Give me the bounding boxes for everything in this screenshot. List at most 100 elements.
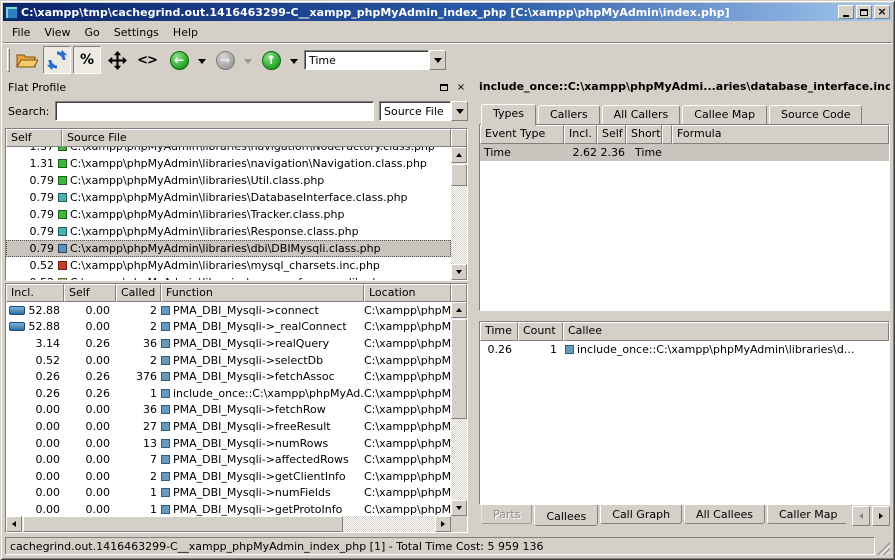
tab-call-graph[interactable]: Call Graph — [600, 505, 682, 524]
list-item[interactable]: 0.79C:\xampp\phpMyAdmin\libraries\Databa… — [6, 189, 451, 206]
title-bar[interactable]: C:\xampp\tmp\cachegrind.out.1416463299-C… — [3, 3, 892, 21]
scrollbar-thumb[interactable] — [451, 164, 467, 186]
dock-title-bar[interactable]: Flat Profile × — [5, 78, 468, 96]
column-header-event-type[interactable]: Event Type — [480, 125, 564, 144]
tab-types[interactable]: Types — [481, 104, 536, 126]
column-header-source-file[interactable]: Source File — [62, 129, 451, 147]
list-item[interactable]: 0.79C:\xampp\phpMyAdmin\libraries\Util.c… — [6, 172, 451, 189]
column-header-formula[interactable]: Formula — [672, 125, 889, 144]
back-button[interactable]: ← — [165, 46, 193, 74]
menu-file[interactable]: File — [5, 24, 37, 41]
table-row[interactable]: 0.520.002PMA_DBI_Mysqli->selectDbC:\xamp… — [6, 352, 451, 369]
detail-tab-bar: Types Callers All Callers Callee Map Sou… — [479, 102, 890, 124]
tab-scroll-right-button[interactable] — [872, 506, 890, 526]
up-dropdown-icon[interactable] — [290, 59, 298, 68]
table-row[interactable]: 3.140.2636PMA_DBI_Mysqli->realQueryC:\xa… — [6, 335, 451, 352]
column-header-count[interactable]: Count — [518, 322, 563, 341]
forward-icon: → — [216, 51, 235, 70]
percent-toggle-button[interactable]: % — [73, 46, 101, 74]
scroll-down-button[interactable] — [451, 264, 467, 280]
scroll-right-button[interactable] — [435, 516, 451, 532]
close-dock-button[interactable]: × — [454, 81, 468, 94]
tab-callees[interactable]: Callees — [534, 505, 598, 526]
table-row[interactable]: Time 2.62 2.36 Time — [480, 144, 889, 161]
scrollbar-thumb[interactable] — [23, 516, 343, 532]
selected-function-title: include_once::C:\xampp\phpMyAdmi...aries… — [479, 80, 890, 96]
file-icon — [58, 227, 67, 236]
back-dropdown-icon[interactable] — [198, 59, 206, 68]
function-icon — [161, 455, 170, 464]
menu-help[interactable]: Help — [166, 24, 205, 41]
table-row[interactable]: 0.260.26376PMA_DBI_Mysqli->fetchAssocC:\… — [6, 368, 451, 385]
column-header-callee[interactable]: Callee — [563, 322, 889, 341]
list-item[interactable]: 0.52C:\xampp\phpMyAdmin\libraries\user_p… — [6, 274, 451, 280]
table-horizontal-scrollbar[interactable] — [6, 516, 451, 532]
menu-settings[interactable]: Settings — [107, 24, 166, 41]
tab-callers[interactable]: Callers — [538, 105, 600, 125]
tab-source-code[interactable]: Source Code — [769, 105, 862, 125]
column-header-incl[interactable]: Incl. — [564, 125, 597, 144]
list-item[interactable]: 0.79C:\xampp\phpMyAdmin\libraries\Tracke… — [6, 206, 451, 223]
list-item[interactable]: 0.79C:\xampp\phpMyAdmin\libraries\Respon… — [6, 223, 451, 240]
table-row[interactable]: 0.000.001PMA_DBI_Mysqli->numFieldsC:\xam… — [6, 485, 451, 502]
minimize-button[interactable] — [838, 5, 854, 19]
incl-value: 52.88 — [6, 320, 64, 333]
table-row[interactable]: 0.26 1 include_once::C:\xampp\phpMyAdmin… — [480, 341, 889, 358]
tab-all-callees[interactable]: All Callees — [684, 505, 765, 524]
list-vertical-scrollbar[interactable] — [451, 147, 467, 280]
self-value: 0.00 — [64, 420, 116, 433]
event-type-select[interactable]: Time — [304, 50, 446, 70]
cycle-grouping-button[interactable] — [43, 46, 71, 74]
column-header-called[interactable]: Called — [116, 284, 161, 302]
resize-grip-icon[interactable] — [877, 542, 890, 555]
table-row[interactable]: 0.000.0027PMA_DBI_Mysqli->freeResultC:\x… — [6, 418, 451, 435]
table-row[interactable]: 0.000.001PMA_DBI_Mysqli->getProtoInfoC:\… — [6, 501, 451, 516]
self-value: 0.00 — [64, 486, 116, 499]
table-row[interactable]: 0.000.002PMA_DBI_Mysqli->getClientInfoC:… — [6, 468, 451, 485]
tab-all-callers[interactable]: All Callers — [602, 105, 681, 125]
list-item[interactable]: 0.79C:\xampp\phpMyAdmin\libraries\dbi\DB… — [6, 240, 451, 257]
scroll-up-button[interactable] — [451, 302, 467, 318]
compare-icon: <> — [137, 53, 157, 68]
tab-caller-map[interactable]: Caller Map — [767, 505, 846, 524]
column-header-short[interactable]: Short — [626, 125, 662, 144]
list-item[interactable]: 0.52C:\xampp\phpMyAdmin\libraries\mysql_… — [6, 257, 451, 274]
column-header-incl[interactable]: Incl. — [6, 284, 64, 302]
menu-view[interactable]: View — [37, 24, 77, 41]
scroll-up-button[interactable] — [451, 147, 467, 163]
horizontal-splitter[interactable] — [477, 311, 892, 321]
toolbar-handle[interactable] — [7, 48, 10, 72]
list-item[interactable]: 1.37C:\xampp\phpMyAdmin\libraries\naviga… — [6, 147, 451, 155]
table-row[interactable]: 0.000.0013PMA_DBI_Mysqli->numRowsC:\xamp… — [6, 435, 451, 452]
scroll-down-button[interactable] — [451, 500, 467, 516]
column-header-location[interactable]: Location — [364, 284, 451, 302]
maximize-button[interactable] — [856, 5, 872, 19]
column-header-self[interactable]: Self — [597, 125, 626, 144]
table-row[interactable]: 0.260.261include_once::C:\xampp\phpMyAd.… — [6, 385, 451, 402]
group-by-select[interactable]: Source File — [379, 101, 468, 121]
table-vertical-scrollbar[interactable] — [451, 302, 467, 516]
open-file-button[interactable] — [13, 46, 41, 74]
expand-cost-button[interactable] — [103, 46, 131, 74]
table-row[interactable]: 52.880.002PMA_DBI_Mysqli->_realConnectC:… — [6, 319, 451, 336]
table-row[interactable]: 52.880.002PMA_DBI_Mysqli->connectC:\xamp… — [6, 302, 451, 319]
close-button[interactable]: × — [874, 5, 890, 19]
tab-callee-map[interactable]: Callee Map — [682, 105, 767, 125]
column-header-function[interactable]: Function — [161, 284, 364, 302]
column-header-self[interactable]: Self — [6, 129, 62, 147]
table-row[interactable]: 0.000.007PMA_DBI_Mysqli->affectedRowsC:\… — [6, 451, 451, 468]
scrollbar-thumb[interactable] — [451, 319, 467, 419]
column-header-time[interactable]: Time — [480, 322, 518, 341]
table-row[interactable]: 0.000.0036PMA_DBI_Mysqli->fetchRowC:\xam… — [6, 402, 451, 419]
scroll-left-button[interactable] — [6, 516, 22, 532]
up-button[interactable]: ↑ — [257, 46, 285, 74]
float-dock-button[interactable] — [437, 81, 451, 94]
menu-go[interactable]: Go — [78, 24, 107, 41]
forward-button[interactable]: → — [211, 46, 239, 74]
column-header-self[interactable]: Self — [64, 284, 116, 302]
vertical-splitter[interactable] — [470, 78, 477, 533]
search-input[interactable] — [55, 101, 375, 121]
relative-cost-button[interactable]: <> — [133, 46, 161, 74]
list-item[interactable]: 1.31C:\xampp\phpMyAdmin\libraries\naviga… — [6, 155, 451, 172]
function-name: PMA_DBI_Mysqli->freeResult — [173, 420, 331, 433]
